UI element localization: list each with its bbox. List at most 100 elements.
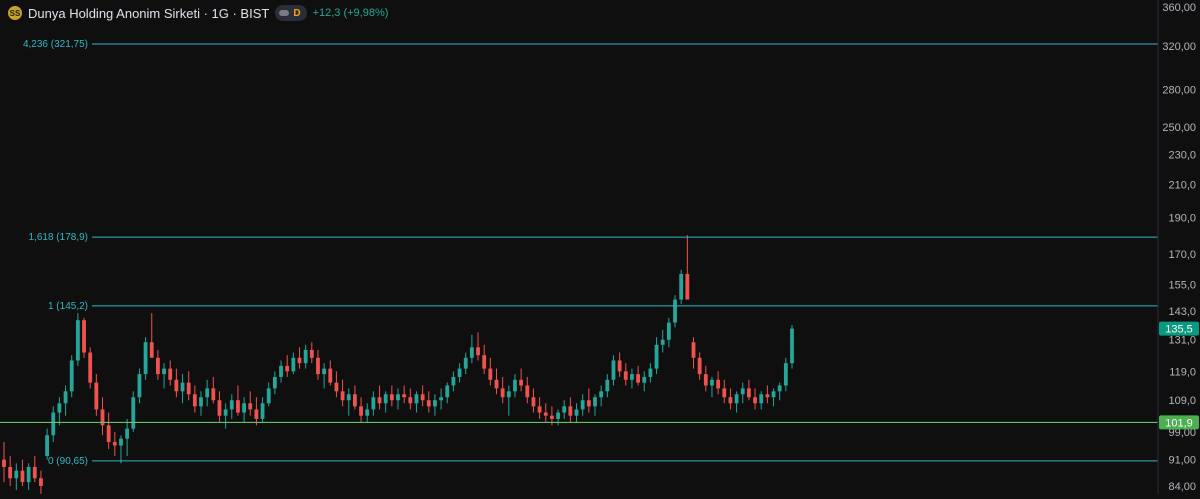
y-tick-label: 155,0 bbox=[1168, 279, 1196, 291]
candle-body bbox=[482, 355, 487, 369]
candle-body bbox=[765, 394, 770, 398]
price-chart[interactable]: 4,236 (321,75) 1,618 (178,9) 1 (145,2) 0 (9… bbox=[0, 0, 1200, 494]
candle-body bbox=[445, 385, 450, 398]
candle-body bbox=[648, 368, 653, 377]
candle-body bbox=[728, 397, 733, 404]
candle-body bbox=[162, 368, 166, 375]
candle-body bbox=[537, 406, 542, 413]
candle-body bbox=[586, 400, 591, 407]
candle-body bbox=[57, 403, 62, 413]
candle-body bbox=[642, 376, 647, 383]
candle-body bbox=[623, 371, 628, 380]
candle-body bbox=[426, 400, 431, 407]
price-change: +12,3 (+9,98%) bbox=[312, 7, 389, 19]
candle-body bbox=[285, 365, 290, 372]
candle-body bbox=[39, 478, 43, 486]
candle-body bbox=[322, 368, 327, 375]
candle-body bbox=[20, 470, 25, 483]
candle-body bbox=[371, 397, 376, 410]
candle-body bbox=[2, 459, 6, 467]
fib-level-label: 4,236 (321,75) bbox=[23, 39, 88, 50]
candle-body bbox=[192, 394, 197, 407]
candle-body bbox=[309, 349, 314, 358]
fib-level-label: 0 (90,65) bbox=[48, 456, 88, 467]
candle-body bbox=[352, 394, 357, 407]
candle-body bbox=[636, 374, 641, 383]
candle-body bbox=[673, 299, 677, 323]
candle-body bbox=[439, 397, 444, 401]
candle-body bbox=[112, 442, 117, 446]
candle-body bbox=[186, 382, 191, 395]
candle-body bbox=[494, 379, 499, 389]
y-tick-label: 143,0 bbox=[1168, 306, 1196, 318]
candle-body bbox=[199, 397, 203, 407]
candle-body bbox=[63, 391, 68, 404]
candle-body bbox=[346, 394, 351, 401]
y-tick-label: 170,0 bbox=[1168, 249, 1196, 261]
candle-body bbox=[242, 403, 247, 413]
candle-body bbox=[488, 368, 493, 380]
candle-body bbox=[691, 342, 696, 358]
candle-body bbox=[476, 347, 480, 356]
candle-body bbox=[88, 352, 93, 383]
last-price-label: 135,5 bbox=[1165, 324, 1193, 336]
candle-body bbox=[248, 403, 253, 410]
candle-body bbox=[716, 379, 721, 389]
candle-body bbox=[722, 388, 727, 398]
candle-body bbox=[334, 382, 339, 392]
candle-body bbox=[389, 394, 394, 401]
candle-body bbox=[279, 365, 283, 377]
y-tick-label: 84,00 bbox=[1168, 481, 1196, 493]
candle-body bbox=[272, 376, 277, 389]
candle-body bbox=[205, 388, 210, 398]
candle-body bbox=[710, 379, 714, 386]
toggle-icon bbox=[279, 10, 290, 16]
chart-area[interactable]: 4,236 (321,75) 1,618 (178,9) 1 (145,2) 0 (9… bbox=[0, 0, 1200, 494]
candle-body bbox=[562, 406, 567, 413]
candle-body bbox=[469, 347, 474, 358]
candle-body bbox=[703, 374, 708, 386]
candle-body bbox=[753, 397, 757, 404]
candle-body bbox=[359, 406, 363, 416]
candle-body bbox=[525, 385, 530, 398]
candle-body bbox=[506, 391, 511, 398]
candle-body bbox=[790, 328, 794, 364]
candle-body bbox=[297, 357, 302, 364]
candle-body bbox=[580, 400, 585, 410]
candle-body bbox=[611, 360, 616, 380]
candle-body bbox=[119, 438, 123, 446]
candle-body bbox=[396, 394, 400, 401]
candle-body bbox=[223, 409, 228, 416]
candle-body bbox=[32, 466, 37, 479]
candle-body bbox=[617, 360, 622, 372]
candle-body bbox=[740, 388, 745, 395]
candle-body bbox=[266, 388, 271, 404]
candle-body bbox=[383, 394, 388, 404]
candle-body bbox=[155, 357, 160, 375]
candle-body bbox=[94, 382, 99, 410]
fib-level-label: 1 (145,2) bbox=[48, 301, 88, 312]
candle-body bbox=[593, 397, 597, 407]
candle-body bbox=[734, 394, 739, 404]
y-tick-label: 190,0 bbox=[1168, 212, 1196, 224]
candle-body bbox=[543, 412, 548, 416]
candle-body bbox=[777, 385, 782, 392]
y-tick-label: 119,0 bbox=[1169, 366, 1196, 378]
candle-body bbox=[531, 397, 536, 407]
candle-body bbox=[568, 406, 573, 416]
candle-body bbox=[574, 409, 579, 416]
line-layer: 4,236 (321,75) 1,618 (178,9) 1 (145,2) 0 (9… bbox=[0, 39, 1158, 467]
candle-body bbox=[137, 374, 142, 398]
support-price-label: 101,9 bbox=[1165, 417, 1193, 429]
data-mode-pill[interactable]: D bbox=[275, 5, 307, 21]
candle-body bbox=[236, 400, 240, 413]
candle-body bbox=[377, 397, 382, 404]
candle-body bbox=[679, 273, 684, 300]
candle-body bbox=[549, 415, 554, 419]
candle-body bbox=[168, 368, 173, 380]
price-axis[interactable]: 360,00 320,00 280,00 250,00 230,0 210,0 190,0 1… bbox=[1157, 0, 1199, 494]
symbol-title[interactable]: Dunya Holding Anonim Sirketi · 1G · BIST bbox=[28, 6, 269, 21]
candle-body bbox=[149, 342, 154, 358]
candle-body bbox=[771, 391, 776, 398]
candle-body bbox=[229, 400, 234, 410]
